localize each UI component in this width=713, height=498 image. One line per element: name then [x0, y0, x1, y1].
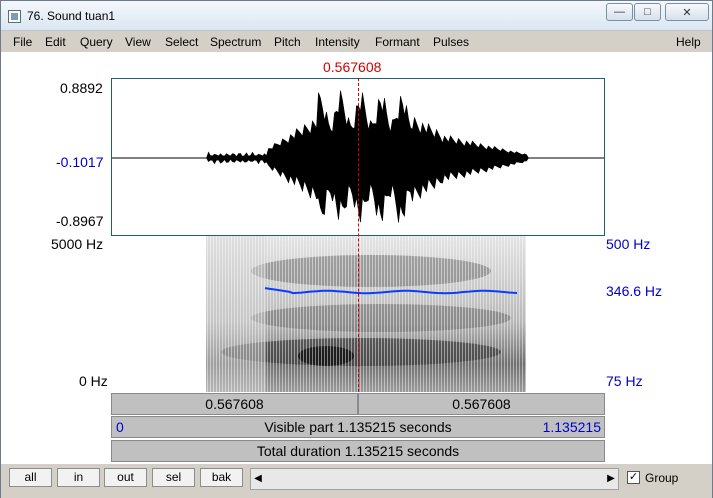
menu-pitch[interactable]: Pitch: [274, 35, 301, 49]
waveform-min-label: -0.8967: [56, 213, 104, 229]
menu-intensity[interactable]: Intensity: [315, 35, 360, 49]
horizontal-scrollbar[interactable]: ◀ ▶: [250, 468, 619, 490]
minimize-button[interactable]: —: [606, 3, 633, 21]
group-checkbox[interactable]: ✓: [627, 471, 640, 484]
zoom-in-button[interactable]: in: [57, 468, 100, 487]
segment-before-cursor[interactable]: 0.567608: [111, 393, 358, 415]
menu-select[interactable]: Select: [165, 35, 198, 49]
menu-query[interactable]: Query: [80, 35, 113, 49]
visible-part-label: Visible part 1.135215 seconds: [264, 419, 452, 435]
zoom-out-button[interactable]: out: [104, 468, 147, 487]
spectrogram-bottom-freq: 0 Hz: [79, 373, 108, 389]
menu-spectrum[interactable]: Spectrum: [210, 35, 261, 49]
title-bar: 76. Sound tuan1 — □ ✕: [1, 1, 712, 31]
cursor-line: [358, 78, 359, 392]
waveform-mid-label: -0.1017: [56, 154, 104, 170]
window-title: 76. Sound tuan1: [27, 9, 116, 23]
sound-window: 76. Sound tuan1 — □ ✕ File Edit Query Vi…: [0, 0, 713, 498]
spectrogram-top-freq: 5000 Hz: [51, 236, 104, 252]
scroll-right-icon[interactable]: ▶: [604, 469, 618, 489]
scroll-left-icon[interactable]: ◀: [251, 469, 265, 489]
pitch-top-label: 500 Hz: [606, 236, 651, 252]
bottom-toolbar: all in out sel bak ◀ ▶ ✓ Group: [1, 464, 712, 498]
pitch-value-label: 346.6 Hz: [606, 283, 663, 299]
cursor-time-label: 0.567608: [323, 59, 382, 75]
maximize-button[interactable]: □: [634, 3, 661, 21]
zoom-back-button[interactable]: bak: [200, 468, 243, 487]
visible-part-bar[interactable]: Visible part 1.135215 seconds 0 1.135215: [111, 416, 605, 438]
menu-view[interactable]: View: [125, 35, 151, 49]
editor-canvas[interactable]: 0.567608 0.8892 -0.1017 -0.8967 5000 Hz …: [1, 52, 712, 464]
menu-pulses[interactable]: Pulses: [433, 35, 469, 49]
group-label: Group: [645, 471, 679, 485]
menu-bar: File Edit Query View Select Spectrum Pit…: [1, 32, 712, 52]
total-duration-bar[interactable]: Total duration 1.135215 seconds: [111, 440, 605, 462]
menu-file[interactable]: File: [13, 35, 32, 49]
waveform-max-label: 0.8892: [60, 80, 103, 96]
menu-edit[interactable]: Edit: [45, 35, 66, 49]
menu-formant[interactable]: Formant: [375, 35, 420, 49]
praat-window-icon: [8, 10, 21, 23]
pitch-bottom-label: 75 Hz: [606, 373, 643, 389]
visible-end: 1.135215: [542, 419, 601, 435]
close-button[interactable]: ✕: [665, 3, 709, 21]
zoom-to-selection-button[interactable]: sel: [152, 468, 195, 487]
segment-after-cursor[interactable]: 0.567608: [358, 393, 605, 415]
visible-start: 0: [116, 419, 124, 435]
view-all-button[interactable]: all: [9, 468, 52, 487]
menu-help[interactable]: Help: [676, 35, 701, 49]
